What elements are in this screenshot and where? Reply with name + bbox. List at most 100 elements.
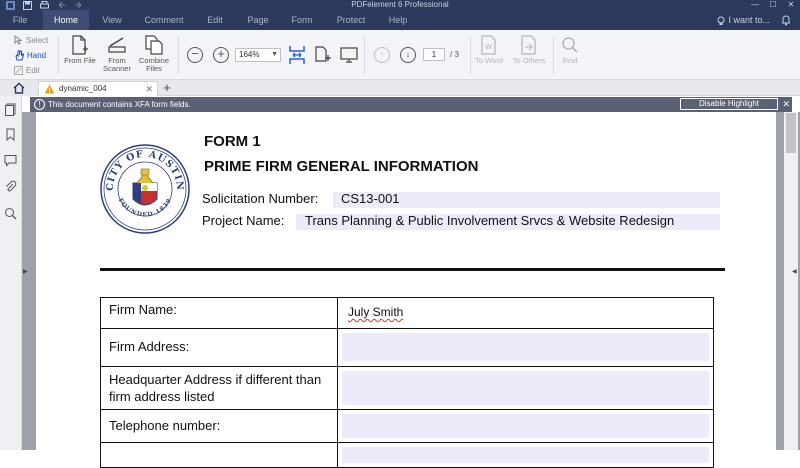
- vertical-scrollbar[interactable]: [784, 112, 798, 450]
- app-title: PDFelement 6 Professional: [351, 0, 449, 9]
- search-help-label: I want to...: [728, 15, 770, 25]
- comment-icon[interactable]: [4, 154, 17, 167]
- cursor-icon: [14, 35, 23, 45]
- search-icon[interactable]: [4, 207, 17, 220]
- minimize-icon[interactable]: —: [746, 0, 764, 10]
- search-icon: [562, 37, 578, 53]
- svg-text:W: W: [485, 43, 492, 51]
- telephone-input[interactable]: [342, 414, 709, 438]
- hand-tool[interactable]: Hand: [14, 50, 46, 61]
- form-title: FORM 1: [204, 133, 261, 150]
- document-tab-label: dynamic_004: [59, 84, 107, 93]
- to-others-label: To Others: [512, 56, 546, 65]
- maximize-icon[interactable]: ☐: [764, 0, 782, 10]
- word-file-icon: W: [481, 35, 496, 55]
- edit-tool-label: Edit: [26, 66, 40, 75]
- table-row: [100, 442, 714, 468]
- menu-view[interactable]: View: [90, 10, 134, 30]
- close-icon[interactable]: ✕: [782, 0, 800, 10]
- expand-panel-icon[interactable]: ◀: [792, 268, 797, 275]
- zoom-value: 164%: [239, 50, 260, 59]
- edit-tool[interactable]: Edit: [14, 66, 40, 75]
- next-row-field[interactable]: [337, 442, 714, 468]
- arrow-down-icon: ↓: [405, 49, 411, 59]
- home-icon: [13, 82, 25, 94]
- combine-files-button[interactable]: Combine Files: [131, 34, 177, 73]
- combine-files-label: Combine Files: [138, 56, 169, 73]
- pages-icon[interactable]: [4, 103, 17, 116]
- menu-page[interactable]: Page: [238, 10, 278, 30]
- next-page-button[interactable]: ↓: [400, 47, 416, 63]
- table-row: Firm Address:: [100, 328, 714, 367]
- info-icon: !: [34, 99, 45, 110]
- xfa-notification-bar: ! This document contains XFA form fields…: [30, 97, 792, 112]
- home-tab[interactable]: [0, 80, 38, 96]
- insert-page-icon[interactable]: [313, 45, 333, 65]
- next-row-label: [100, 442, 338, 468]
- export-file-icon: [521, 35, 536, 55]
- hq-address-field[interactable]: [337, 366, 714, 410]
- page-number-input[interactable]: 1: [423, 48, 445, 61]
- ribbon-separator: [178, 36, 179, 74]
- section-divider: [100, 268, 725, 271]
- plus-icon: +: [217, 46, 225, 61]
- new-tab-button[interactable]: +: [160, 80, 174, 96]
- zoom-select[interactable]: 164% ▼: [235, 48, 281, 62]
- firm-info-table: Firm Name: July Smith Firm Address: Head…: [100, 297, 714, 468]
- collapse-sidebar-icon[interactable]: ▶: [23, 268, 28, 275]
- arrow-up-icon: ↑: [379, 49, 385, 59]
- ribbon-toolbar: Select Hand Edit From File From Scanner …: [0, 30, 800, 80]
- chevron-down-icon: ▼: [271, 51, 278, 58]
- to-others-button[interactable]: To Others: [506, 34, 552, 65]
- menu-comment[interactable]: Comment: [138, 10, 190, 30]
- firm-name-field[interactable]: July Smith: [337, 297, 714, 329]
- new-file-icon: [72, 35, 88, 55]
- firm-address-input[interactable]: [342, 333, 709, 361]
- fit-width-icon[interactable]: [287, 45, 307, 65]
- notification-message: This document contains XFA form fields.: [48, 100, 191, 109]
- menu-bar: File Home View Comment Edit Page Form Pr…: [0, 10, 800, 30]
- notification-bell-icon[interactable]: [780, 14, 792, 26]
- document-tab[interactable]: dynamic_004 ✕: [38, 81, 158, 96]
- close-tab-icon[interactable]: ✕: [145, 82, 153, 96]
- menu-help[interactable]: Help: [378, 10, 418, 30]
- zoom-out-button[interactable]: −: [187, 47, 203, 63]
- title-bar: PDFelement 6 Professional — ☐ ✕: [0, 0, 800, 10]
- firm-name-label: Firm Name:: [100, 297, 338, 329]
- search-help[interactable]: I want to...: [717, 10, 770, 30]
- left-sidebar: [0, 96, 22, 450]
- ribbon-separator: [364, 36, 365, 74]
- hq-address-input[interactable]: [342, 371, 709, 405]
- disable-highlight-button[interactable]: Disable Highlight: [680, 98, 778, 110]
- menu-file[interactable]: File: [0, 10, 40, 30]
- city-of-austin-seal: CITY OF AUSTIN FOUNDED 1839: [100, 144, 190, 234]
- from-file-label: From File: [64, 56, 96, 65]
- firm-address-field[interactable]: [337, 328, 714, 367]
- scrollbar-thumb[interactable]: [786, 113, 796, 153]
- menu-edit[interactable]: Edit: [194, 10, 236, 30]
- telephone-field[interactable]: [337, 409, 714, 443]
- combine-files-icon: [145, 35, 163, 55]
- firm-address-label: Firm Address:: [100, 328, 338, 367]
- table-row: Headquarter Address if different than fi…: [100, 366, 714, 410]
- hand-tool-label: Hand: [27, 51, 47, 60]
- plus-icon: +: [163, 80, 171, 95]
- minus-icon: −: [191, 46, 199, 61]
- previous-page-button[interactable]: ↑: [374, 47, 390, 63]
- close-notification-icon[interactable]: ✕: [782, 97, 790, 112]
- bookmark-icon[interactable]: [4, 128, 17, 141]
- menu-home[interactable]: Home: [43, 10, 89, 30]
- solicitation-label: Solicitation Number:: [202, 191, 319, 206]
- firm-name-value: July Smith: [348, 305, 404, 319]
- find-button[interactable]: Find: [547, 34, 593, 65]
- project-name-value: Trans Planning & Public Involvement Srvc…: [305, 213, 675, 228]
- next-row-input[interactable]: [342, 447, 709, 463]
- table-row: Firm Name: July Smith: [100, 297, 714, 329]
- menu-form[interactable]: Form: [282, 10, 322, 30]
- zoom-in-button[interactable]: +: [213, 47, 229, 63]
- attachment-icon[interactable]: [4, 180, 17, 193]
- select-tool[interactable]: Select: [14, 35, 48, 45]
- menu-protect[interactable]: Protect: [330, 10, 372, 30]
- find-label: Find: [562, 56, 578, 65]
- screen-icon[interactable]: [339, 45, 359, 65]
